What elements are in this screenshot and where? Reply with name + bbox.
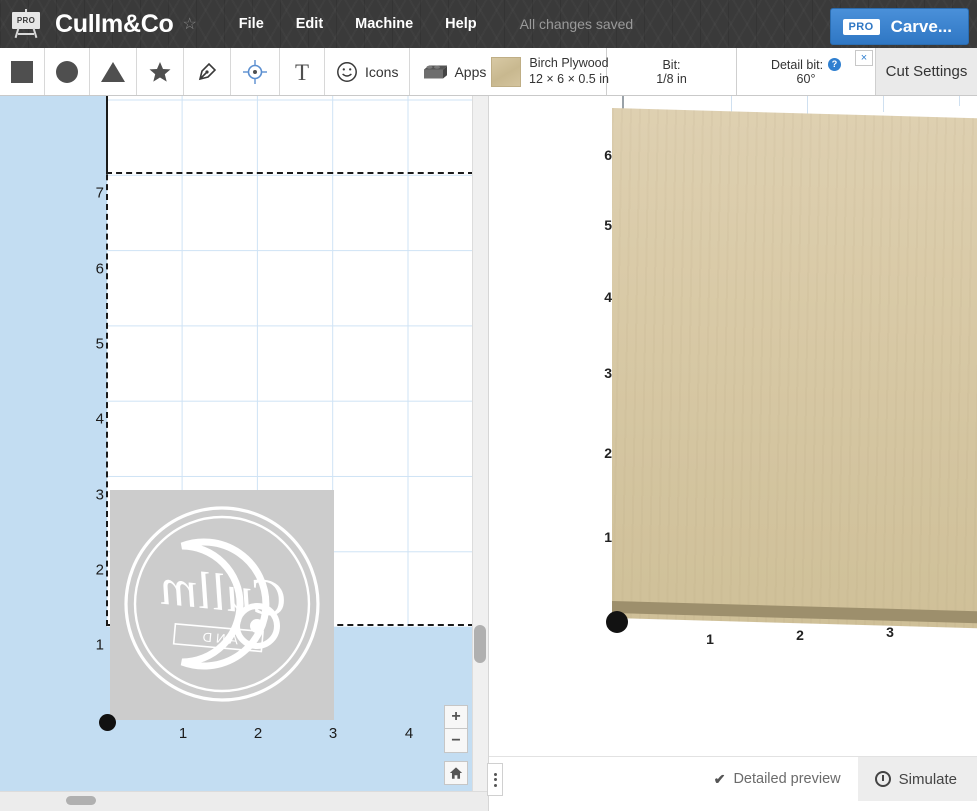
help-icon[interactable]: ? bbox=[828, 58, 842, 71]
pen-nib-icon bbox=[198, 62, 217, 80]
smiley-face-icon bbox=[337, 61, 357, 82]
save-status-text: All changes saved bbox=[519, 16, 634, 32]
ruler-tick-v-3: 3 bbox=[95, 486, 104, 504]
close-icon[interactable]: × bbox=[855, 50, 873, 66]
preview-ruler-tick-v-2: 2 bbox=[604, 445, 612, 461]
svg-text:T: T bbox=[295, 60, 309, 84]
preview-ruler-tick-v-6: 6 bbox=[604, 147, 612, 163]
apps-tool[interactable]: Apps bbox=[410, 48, 499, 95]
material-dimensions: 12 × 6 × 0.5 in bbox=[529, 71, 609, 86]
carve-button[interactable]: PRO Carve... bbox=[829, 8, 969, 45]
check-icon: ✔ bbox=[713, 770, 726, 787]
material-selector[interactable]: Birch Plywood 12 × 6 × 0.5 in bbox=[488, 48, 609, 95]
ruler-tick-v-4: 4 bbox=[95, 410, 104, 428]
svg-text:AND: AND bbox=[198, 629, 239, 647]
bit-value: 1/8 in bbox=[656, 71, 687, 86]
birch-plywood-swatch bbox=[491, 56, 522, 87]
ruler-tick-h-3: 3 bbox=[328, 725, 338, 742]
preview-3d-pane[interactable]: Cullm AND bbox=[489, 96, 977, 811]
material-settings-bar: Birch Plywood 12 × 6 × 0.5 in Bit: 1/8 i… bbox=[488, 48, 977, 96]
canvas-vertical-scrollbar-track[interactable] bbox=[472, 96, 488, 791]
preview-origin-dot[interactable] bbox=[606, 611, 628, 633]
favorite-star-icon[interactable]: ☆ bbox=[182, 15, 196, 33]
detail-bit-selector[interactable]: Detail bit: ? 60° × bbox=[737, 48, 875, 95]
triangle-icon bbox=[101, 61, 125, 82]
bit-selector[interactable]: Bit: 1/8 in bbox=[607, 48, 737, 95]
app-header: PRO Cullm&Co ☆ File Edit Machine Help Al… bbox=[0, 0, 977, 48]
zoom-out-button[interactable]: − bbox=[444, 729, 468, 753]
star-icon bbox=[149, 61, 171, 82]
detail-bit-value: 60° bbox=[796, 71, 816, 86]
menu-item-edit[interactable]: Edit bbox=[280, 10, 339, 38]
design-canvas-pane[interactable]: Cullm AND 7 6 5 4 3 2 1 1 2 3 4 + − bbox=[0, 96, 488, 811]
rectangle-tool[interactable] bbox=[0, 48, 45, 95]
preview-ruler-tick-v-4: 4 bbox=[604, 289, 612, 305]
ruler-tick-h-2: 2 bbox=[253, 725, 263, 742]
zoom-controls: + − bbox=[444, 705, 468, 785]
preview-horizontal-ruler: 1 2 3 bbox=[489, 622, 977, 647]
cut-settings-button[interactable]: Cut Settings bbox=[875, 48, 977, 95]
material-name: Birch Plywood bbox=[529, 55, 609, 70]
ruler-tick-v-1: 1 bbox=[95, 636, 104, 654]
zoom-in-button[interactable]: + bbox=[444, 705, 468, 729]
design-object-cullm-and-co[interactable]: Cullm AND bbox=[110, 490, 334, 720]
circle-icon bbox=[56, 60, 78, 83]
zoom-home-button[interactable] bbox=[444, 761, 468, 785]
preview-gridline-3 bbox=[883, 96, 884, 112]
menu-item-help[interactable]: Help bbox=[429, 10, 492, 38]
svg-text:Cullm: Cullm bbox=[158, 559, 290, 629]
preview-gridline-4 bbox=[959, 96, 960, 106]
ruler-tick-v-6: 6 bbox=[95, 260, 104, 278]
carve-button-label: Carve... bbox=[890, 16, 952, 36]
bit-label: Bit: bbox=[662, 57, 681, 72]
ellipse-tool[interactable] bbox=[45, 48, 90, 95]
lego-brick-icon bbox=[424, 65, 448, 78]
cullm-and-co-emblem: Cullm AND bbox=[124, 506, 320, 702]
horizontal-ruler: 1 2 3 4 bbox=[0, 725, 488, 749]
preview-ruler-tick-h-2: 2 bbox=[796, 627, 804, 643]
preview-ruler-tick-v-3: 3 bbox=[604, 365, 612, 381]
preview-bottom-bar: ✔ Detailed preview Simulate bbox=[489, 757, 977, 801]
polygon-tool[interactable] bbox=[90, 48, 137, 95]
preview-ruler-tick-h-3: 3 bbox=[886, 624, 894, 640]
preview-ruler-tick-v-1: 1 bbox=[604, 529, 612, 545]
detailed-preview-label: Detailed preview bbox=[733, 771, 841, 787]
preview-ruler-tick-h-1: 1 bbox=[706, 631, 714, 647]
simulate-button[interactable]: Simulate bbox=[857, 757, 977, 801]
simulate-label: Simulate bbox=[898, 770, 957, 788]
ruler-tick-h-4: 4 bbox=[404, 725, 414, 742]
easel-pro-icon[interactable]: PRO bbox=[9, 9, 43, 39]
easel-icon-pro-label: PRO bbox=[16, 16, 36, 25]
canvas-vertical-scrollbar-thumb[interactable] bbox=[474, 625, 486, 663]
easel-app-window: PRO Cullm&Co ☆ File Edit Machine Help Al… bbox=[0, 0, 977, 811]
home-icon bbox=[449, 767, 463, 779]
ruler-tick-v-5: 5 bbox=[95, 335, 104, 353]
stock-material-3d bbox=[612, 108, 977, 629]
icons-tool[interactable]: Icons bbox=[325, 48, 411, 95]
pen-tool[interactable] bbox=[184, 48, 231, 95]
icons-tool-label: Icons bbox=[365, 63, 399, 80]
project-title[interactable]: Cullm&Co bbox=[55, 10, 174, 39]
ruler-tick-v-2: 2 bbox=[95, 561, 104, 579]
material-top-boundary bbox=[106, 172, 474, 174]
vertical-ruler: 7 6 5 4 3 2 1 bbox=[78, 96, 104, 654]
detail-bit-label: Detail bit: bbox=[770, 57, 824, 72]
apps-tool-label: Apps bbox=[454, 63, 487, 80]
text-t-icon: T bbox=[295, 60, 309, 84]
crosshair-target-icon bbox=[243, 59, 267, 84]
carve-pro-badge: PRO bbox=[842, 18, 880, 35]
ruler-tick-h-1: 1 bbox=[178, 725, 188, 742]
menu-item-machine[interactable]: Machine bbox=[339, 10, 429, 38]
clock-icon bbox=[874, 771, 891, 787]
preview-ruler-tick-v-5: 5 bbox=[604, 217, 612, 233]
text-tool[interactable]: T bbox=[280, 48, 325, 95]
star-tool[interactable] bbox=[137, 48, 184, 95]
canvas-horizontal-scrollbar-thumb[interactable] bbox=[66, 796, 96, 805]
menu-bar: File Edit Machine Help bbox=[223, 10, 493, 38]
menu-item-file[interactable]: File bbox=[223, 10, 280, 38]
drill-tool[interactable] bbox=[231, 48, 280, 95]
square-icon bbox=[11, 60, 33, 83]
detailed-preview-toggle[interactable]: ✔ Detailed preview bbox=[697, 771, 858, 788]
ruler-tick-v-7: 7 bbox=[95, 184, 104, 202]
